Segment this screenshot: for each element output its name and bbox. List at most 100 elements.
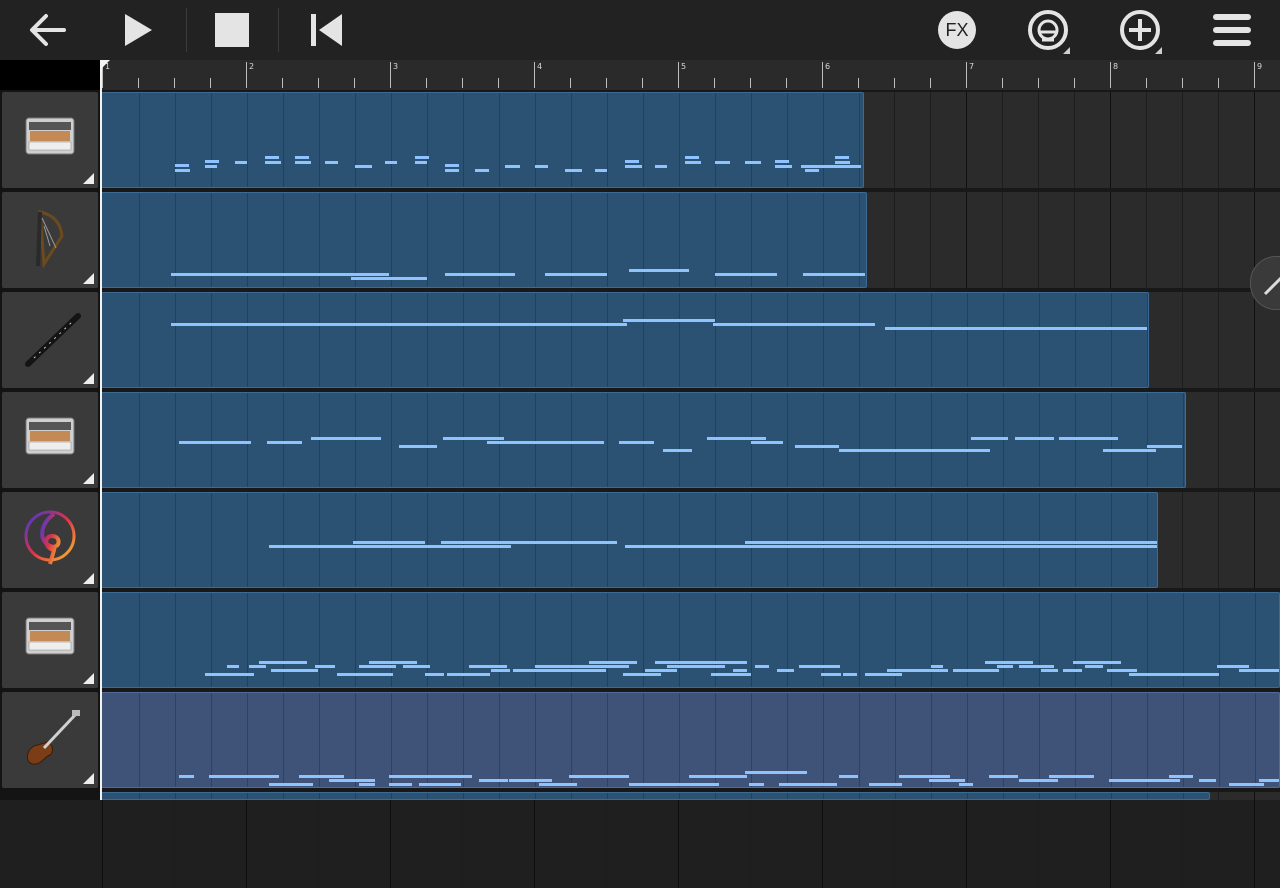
midi-note [1073, 661, 1121, 664]
midi-note [989, 775, 1018, 778]
timeline-ruler[interactable]: 123456789 [100, 60, 1280, 90]
back-button[interactable] [20, 0, 76, 60]
midi-note [843, 673, 857, 676]
bar-number: 3 [393, 62, 399, 71]
midi-note [927, 449, 990, 452]
midi-note [227, 665, 239, 668]
midi-note [1059, 437, 1118, 440]
playhead-marker[interactable] [100, 60, 110, 70]
pencil-icon [1263, 276, 1280, 296]
midi-note [1079, 775, 1094, 778]
track-lane-3[interactable] [100, 292, 1280, 388]
stop-button[interactable] [204, 0, 260, 60]
play-button[interactable] [110, 0, 166, 60]
bar-number: 6 [825, 62, 831, 71]
midi-note [1085, 665, 1103, 668]
midi-note [513, 669, 557, 672]
midi-note [623, 673, 661, 676]
midi-note [645, 669, 677, 672]
midi-note [381, 673, 393, 676]
track-lane-7[interactable] [100, 692, 1280, 788]
midi-note [1103, 449, 1156, 452]
track-lane-8[interactable] [100, 792, 1280, 888]
midi-note [977, 541, 1157, 544]
track-header-4[interactable] [2, 392, 98, 488]
midi-region[interactable] [100, 592, 1280, 688]
track-lane-4[interactable] [100, 392, 1280, 488]
midi-note [299, 775, 344, 778]
midi-note [719, 775, 747, 778]
midi-note [267, 441, 302, 444]
midi-note [751, 441, 783, 444]
midi-note [295, 161, 311, 164]
track-header-2[interactable] [2, 192, 98, 288]
midi-region[interactable] [100, 192, 867, 288]
track-header-6[interactable] [2, 592, 98, 688]
mixer-button[interactable] [1020, 0, 1076, 60]
midi-note [777, 669, 794, 672]
midi-note [475, 169, 489, 172]
midi-note [369, 661, 417, 664]
bass-guitar-icon [27, 710, 80, 765]
midi-note [795, 445, 839, 448]
midi-note [821, 673, 841, 676]
midi-note [415, 161, 427, 164]
midi-note [885, 327, 1147, 330]
midi-note [535, 165, 548, 168]
track-lane-5[interactable] [100, 492, 1280, 588]
playhead[interactable] [100, 60, 102, 800]
midi-region[interactable] [100, 392, 1186, 488]
midi-note [239, 775, 279, 778]
track-header-3[interactable] [2, 292, 98, 388]
midi-note [293, 669, 318, 672]
midi-note [509, 779, 552, 782]
piano-icon [25, 417, 75, 455]
midi-note [835, 156, 849, 159]
midi-note [359, 783, 375, 786]
menu-button[interactable] [1204, 0, 1260, 60]
midi-note [1147, 445, 1182, 448]
track-header-7[interactable] [2, 692, 98, 788]
midi-note [755, 665, 769, 668]
track-lane-1[interactable] [100, 92, 1280, 188]
midi-note [689, 665, 725, 668]
midi-note [733, 669, 747, 672]
midi-note [599, 775, 629, 778]
midi-note [565, 169, 582, 172]
midi-region[interactable] [100, 492, 1158, 588]
midi-note [713, 323, 875, 326]
midi-note [175, 169, 190, 172]
fx-label: FX [945, 19, 969, 40]
midi-note [971, 437, 1008, 440]
add-track-button[interactable] [1112, 0, 1168, 60]
midi-note [269, 783, 313, 786]
track-header-1[interactable] [2, 92, 98, 188]
midi-note [425, 673, 444, 676]
midi-note [711, 673, 751, 676]
midi-note [265, 156, 279, 159]
midi-note [579, 665, 602, 668]
midi-region[interactable] [100, 692, 1280, 788]
midi-note [1015, 437, 1054, 440]
midi-note [655, 165, 667, 168]
midi-region[interactable] [100, 92, 864, 188]
midi-note [803, 273, 865, 276]
midi-note [295, 156, 309, 159]
midi-note [505, 165, 520, 168]
midi-note [569, 775, 602, 778]
track-lane-2[interactable] [100, 192, 1280, 288]
bar-number: 4 [537, 62, 543, 71]
midi-note [655, 661, 703, 664]
midi-note [1041, 669, 1058, 672]
midi-note [443, 437, 504, 440]
track-lane-6[interactable] [100, 592, 1280, 688]
midi-region[interactable] [100, 292, 1149, 388]
midi-note [351, 277, 427, 280]
bar-number: 5 [681, 62, 687, 71]
rewind-button[interactable] [298, 0, 354, 60]
midi-region[interactable] [100, 792, 1210, 800]
midi-note [623, 319, 715, 322]
track-header-5[interactable] [2, 492, 98, 588]
midi-note [325, 161, 338, 164]
fx-button[interactable]: FX [930, 0, 984, 60]
